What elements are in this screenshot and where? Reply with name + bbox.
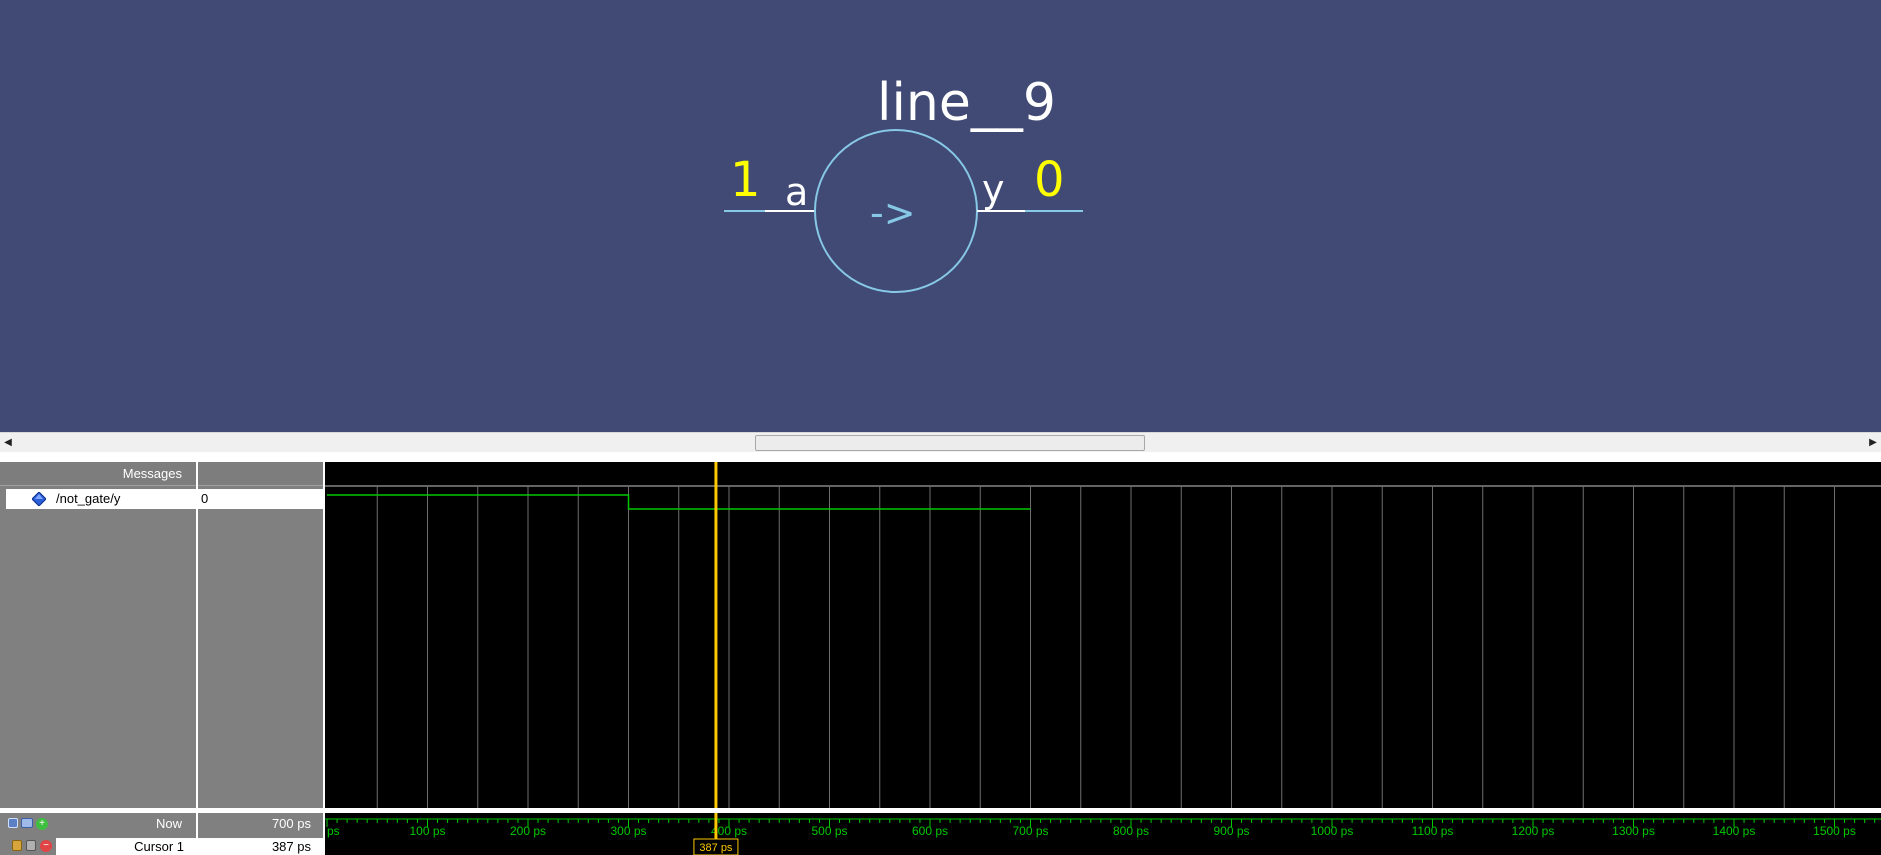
add-icon[interactable]: + [36, 818, 48, 830]
axis-tick-label: 900 ps [1213, 824, 1249, 838]
input-port-name: a [785, 170, 808, 214]
output-port-name: y [982, 167, 1005, 211]
input-port-value: 1 [730, 152, 761, 208]
axis-tick-label: 1100 ps [1412, 824, 1454, 838]
scroll-right-arrow-icon[interactable]: ▶ [1865, 433, 1881, 453]
scrollbar-thumb[interactable] [755, 435, 1145, 451]
axis-tick-label: 1300 ps [1612, 824, 1655, 838]
messages-header: Messages [0, 462, 196, 486]
axis-tick-label: ps [327, 824, 340, 838]
remove-icon[interactable]: − [40, 840, 52, 852]
lock-icon[interactable] [12, 840, 22, 851]
axis-tick-label: 600 ps [912, 824, 948, 838]
waveform-canvas[interactable] [325, 462, 1881, 808]
schematic-canvas: line__9 1 a -> y 0 [724, 73, 1083, 293]
values-header [198, 462, 323, 486]
cursor-label[interactable]: Cursor 1 [56, 838, 196, 855]
cursor-value: 387 ps [198, 838, 323, 855]
wave-window: Messages /not_gate/y 0 + Now − Cursor 1 … [0, 462, 1881, 855]
signal-name: /not_gate/y [56, 491, 121, 506]
edit-icon[interactable] [26, 840, 36, 851]
time-axis[interactable]: ps 100 ps 200 ps 300 ps 400 ps 500 ps 600 ps 70… [325, 813, 1881, 855]
signal-row[interactable]: /not_gate/y [6, 489, 196, 509]
now-value: 700 ps [271, 816, 311, 831]
axis-tick-label: 1000 ps [1311, 824, 1354, 838]
status-names-pane: + Now − Cursor 1 [0, 813, 196, 855]
scroll-left-arrow-icon[interactable]: ◀ [0, 433, 16, 453]
output-port-value: 0 [1034, 152, 1065, 208]
signal-names-pane: Messages /not_gate/y [0, 462, 196, 808]
time-axis-plot: ps 100 ps 200 ps 300 ps 400 ps 500 ps 600 ps 70… [325, 813, 1881, 855]
diamond-icon [32, 492, 46, 506]
operator-symbol: -> [870, 191, 916, 235]
cursor-marker-label: 387 ps [699, 842, 733, 854]
now-label: Now [155, 816, 182, 831]
waveform-plot [325, 462, 1881, 808]
axis-tick-label: 1400 ps [1713, 824, 1756, 838]
instance-name-label: line__9 [877, 73, 1056, 133]
axis-tick-label: 1200 ps [1512, 824, 1555, 838]
axis-tick-label: 800 ps [1113, 824, 1149, 838]
status-values-pane: 700 ps 387 ps [198, 813, 323, 855]
axis-tick-label: 500 ps [811, 824, 847, 838]
signal-value: 0 [198, 489, 323, 509]
horizontal-scrollbar[interactable]: ◀ ▶ [0, 432, 1881, 452]
zoom-icon[interactable] [8, 818, 18, 828]
window-icon[interactable] [21, 818, 33, 828]
axis-tick-label: 300 ps [610, 824, 646, 838]
axis-tick-label: 100 ps [409, 824, 445, 838]
axis-tick-label: 700 ps [1012, 824, 1048, 838]
dataflow-schematic-panel[interactable]: line__9 1 a -> y 0 [0, 0, 1881, 432]
axis-tick-label: 1500 ps [1813, 824, 1856, 838]
signal-values-pane: 0 [198, 462, 323, 808]
axis-tick-label: 200 ps [510, 824, 546, 838]
